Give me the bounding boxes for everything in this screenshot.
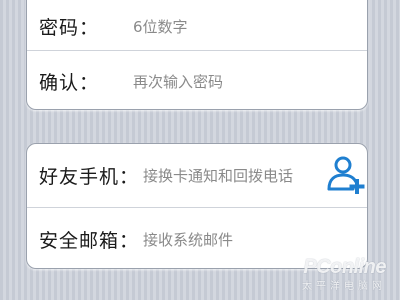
password-group: 密码： 6位数字 确认： 再次输入密码	[26, 0, 368, 110]
password-label: 密码：	[39, 17, 100, 39]
watermark-subtitle: 太平洋电脑网	[302, 281, 386, 292]
watermark: PConline 太平洋电脑网	[302, 256, 387, 292]
watermark-logo: PConline	[303, 256, 386, 278]
add-contact-button[interactable]	[323, 152, 367, 196]
password-row[interactable]: 密码： 6位数字	[27, 0, 367, 50]
password-input[interactable]: 6位数字	[133, 16, 188, 37]
friend-phone-row[interactable]: 好友手机： 接换卡通知和回拨电话	[27, 144, 367, 207]
confirm-password-row[interactable]: 确认： 再次输入密码	[27, 50, 367, 109]
security-email-input[interactable]: 接收系统邮件	[143, 229, 233, 250]
security-email-label: 安全邮箱：	[39, 229, 140, 252]
add-contact-icon	[327, 156, 365, 194]
friend-phone-label: 好友手机：	[39, 166, 140, 188]
confirm-password-input[interactable]: 再次输入密码	[133, 71, 223, 92]
friend-phone-input[interactable]: 接换卡通知和回拨电话	[143, 165, 293, 186]
confirm-password-label: 确认：	[39, 71, 100, 94]
contact-group: 好友手机： 接换卡通知和回拨电话 安全邮箱： 接收系统邮件	[26, 143, 368, 269]
